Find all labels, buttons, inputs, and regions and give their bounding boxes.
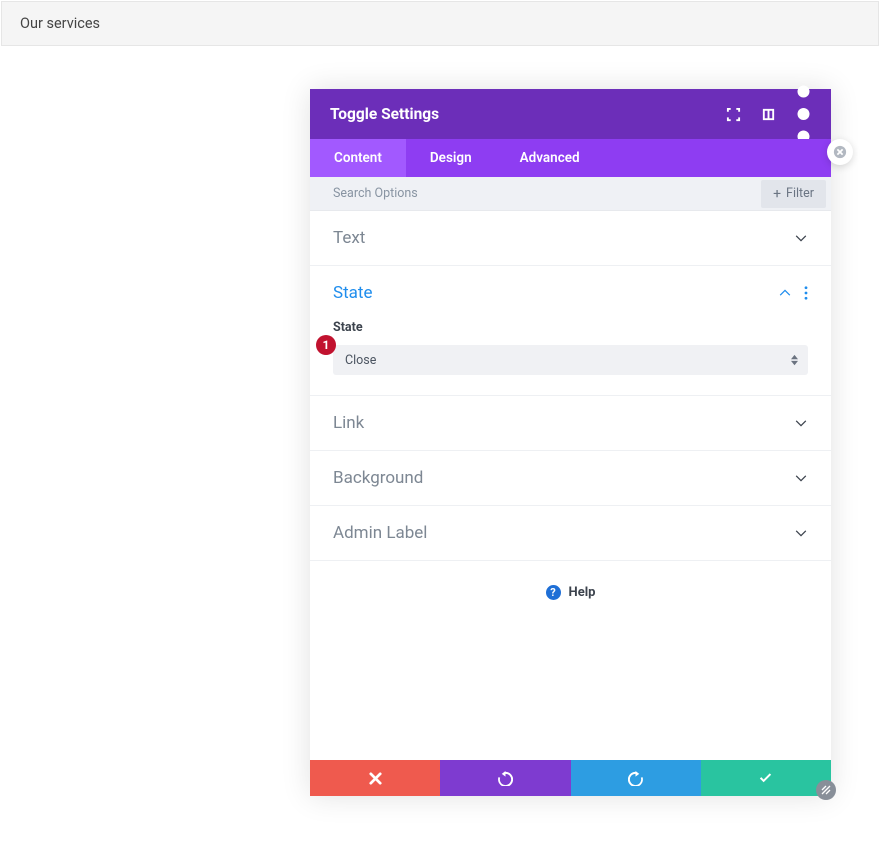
page-title-text: Our services bbox=[20, 15, 100, 32]
chevron-down-icon bbox=[794, 416, 808, 430]
help-row[interactable]: ? Help bbox=[310, 561, 831, 624]
close-circle-icon bbox=[833, 145, 847, 159]
section-link-title: Link bbox=[333, 413, 794, 433]
modal-tabs: Content Design Advanced bbox=[310, 139, 831, 177]
resize-icon bbox=[821, 785, 831, 795]
redo-button[interactable] bbox=[571, 760, 701, 796]
annotation-marker-1: 1 bbox=[316, 335, 336, 355]
undo-icon bbox=[498, 771, 513, 786]
modal-title: Toggle Settings bbox=[330, 105, 726, 123]
save-button[interactable] bbox=[701, 760, 831, 796]
page-top-bar: Our services bbox=[1, 1, 879, 46]
section-link-header[interactable]: Link bbox=[310, 396, 831, 450]
tab-design[interactable]: Design bbox=[406, 139, 496, 177]
section-state: State State Close bbox=[310, 266, 831, 396]
state-select[interactable]: Close bbox=[333, 345, 808, 375]
section-background: Background bbox=[310, 451, 831, 506]
filter-button[interactable]: + Filter bbox=[761, 180, 826, 208]
chevron-down-icon bbox=[794, 471, 808, 485]
state-field-label: State bbox=[333, 320, 808, 335]
section-admin-label: Admin Label bbox=[310, 506, 831, 561]
panel-layout-icon[interactable] bbox=[761, 107, 776, 122]
help-icon: ? bbox=[546, 585, 561, 600]
toggle-settings-modal: Toggle Settings Content Design Advanced … bbox=[310, 89, 831, 796]
expand-icon[interactable] bbox=[726, 107, 741, 122]
section-admin-label-header[interactable]: Admin Label bbox=[310, 506, 831, 560]
cancel-button[interactable] bbox=[310, 760, 440, 796]
undo-button[interactable] bbox=[440, 760, 570, 796]
section-state-title: State bbox=[333, 283, 778, 303]
more-vertical-icon[interactable] bbox=[796, 107, 811, 122]
section-text-title: Text bbox=[333, 228, 794, 248]
chevron-up-icon bbox=[778, 286, 792, 300]
help-label: Help bbox=[569, 585, 596, 600]
section-admin-label-title: Admin Label bbox=[333, 523, 794, 543]
section-more-icon[interactable] bbox=[804, 286, 808, 300]
modal-body: Text State State Close bbox=[310, 211, 831, 760]
section-state-content: State Close bbox=[310, 320, 831, 395]
modal-footer bbox=[310, 760, 831, 796]
section-text: Text bbox=[310, 211, 831, 266]
search-options-input[interactable]: Search Options bbox=[333, 186, 761, 201]
chevron-down-icon bbox=[794, 231, 808, 245]
floating-close-button[interactable] bbox=[827, 139, 853, 165]
filter-label: Filter bbox=[786, 186, 814, 201]
section-link: Link bbox=[310, 396, 831, 451]
chevron-down-icon bbox=[794, 526, 808, 540]
state-select-value: Close bbox=[345, 353, 376, 368]
close-icon bbox=[368, 771, 383, 786]
select-arrows-icon bbox=[791, 355, 798, 366]
modal-header: Toggle Settings bbox=[310, 89, 831, 139]
section-text-header[interactable]: Text bbox=[310, 211, 831, 265]
search-options-row: Search Options + Filter bbox=[310, 177, 831, 211]
floating-resize-handle[interactable] bbox=[816, 780, 836, 800]
check-icon bbox=[758, 771, 773, 786]
tab-content[interactable]: Content bbox=[310, 139, 406, 177]
tab-advanced[interactable]: Advanced bbox=[496, 139, 604, 177]
redo-icon bbox=[628, 771, 643, 786]
section-state-header[interactable]: State bbox=[310, 266, 831, 320]
plus-icon: + bbox=[773, 187, 781, 201]
section-background-title: Background bbox=[333, 468, 794, 488]
section-background-header[interactable]: Background bbox=[310, 451, 831, 505]
header-icons bbox=[726, 107, 811, 122]
